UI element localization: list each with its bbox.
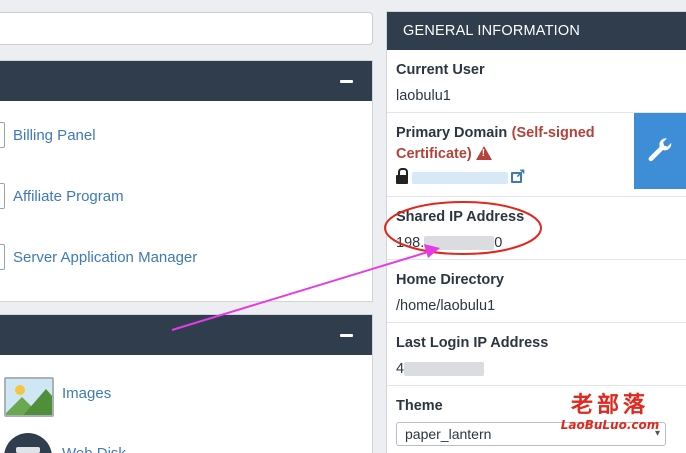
general-information-panel: GENERAL INFORMATION Current User laobulu… <box>386 11 686 453</box>
billing-panel-icon <box>0 122 5 148</box>
current-user-label: Current User <box>396 62 485 78</box>
preferences-panel: Billing Panel Affiliate Program Server A… <box>0 60 373 302</box>
external-link-icon[interactable] <box>511 166 526 183</box>
web-disk-link[interactable]: Web Disk <box>62 445 126 453</box>
watermark-en: LaoBuLuo.com <box>560 418 660 432</box>
shared-ip-prefix: 198. <box>396 235 425 251</box>
collapse-icon[interactable] <box>340 334 353 337</box>
shared-ip-redacted <box>424 236 495 251</box>
shared-ip-suffix: 0 <box>494 235 503 251</box>
lock-icon <box>396 168 408 184</box>
web-disk-icon[interactable] <box>4 433 52 453</box>
manage-domain-button[interactable] <box>634 113 686 189</box>
current-user-value: laobulu1 <box>396 88 451 104</box>
files-panel: Images Web Disk <box>0 314 373 453</box>
files-panel-header <box>0 315 372 355</box>
server-application-manager-icon <box>0 244 5 270</box>
home-directory-value: /home/laobulu1 <box>396 298 496 314</box>
billing-panel-label[interactable]: Billing Panel <box>13 127 96 144</box>
affiliate-program-link[interactable]: Affiliate Program <box>0 181 124 211</box>
affiliate-program-label[interactable]: Affiliate Program <box>13 188 124 205</box>
watermark-cn: 老部落 <box>570 393 649 418</box>
last-login-row: Last Login IP Address 4 <box>387 323 686 386</box>
wrench-icon <box>648 138 672 162</box>
last-login-redacted <box>404 362 485 377</box>
general-information-header: GENERAL INFORMATION <box>387 12 686 50</box>
last-login-prefix: 4 <box>396 361 405 377</box>
warning-icon <box>475 146 492 160</box>
watermark-logo: 老部落 LaoBuLuo.com <box>540 393 680 433</box>
affiliate-program-icon <box>0 183 5 209</box>
last-login-label: Last Login IP Address <box>396 335 549 351</box>
collapse-icon[interactable] <box>340 80 353 83</box>
primary-domain-label: Primary Domain <box>396 125 508 141</box>
current-user-row: Current User laobulu1 <box>387 50 686 113</box>
server-application-manager-label[interactable]: Server Application Manager <box>13 249 197 266</box>
server-application-manager-link[interactable]: Server Application Manager <box>0 242 197 272</box>
billing-panel-link[interactable]: Billing Panel <box>0 120 96 150</box>
home-directory-row: Home Directory /home/laobulu1 <box>387 260 686 323</box>
preferences-panel-header <box>0 61 372 101</box>
search-input[interactable] <box>0 12 373 45</box>
theme-select-value: paper_lantern <box>405 426 492 442</box>
domain-link-redacted[interactable] <box>412 171 508 184</box>
home-directory-label: Home Directory <box>396 272 504 288</box>
images-link[interactable]: Images <box>62 385 111 402</box>
primary-domain-row: Primary Domain (Self-signed Certificate) <box>387 113 686 197</box>
shared-ip-row: Shared IP Address 198. 0 <box>387 197 686 260</box>
images-icon[interactable] <box>4 377 54 417</box>
shared-ip-label: Shared IP Address <box>396 209 525 225</box>
